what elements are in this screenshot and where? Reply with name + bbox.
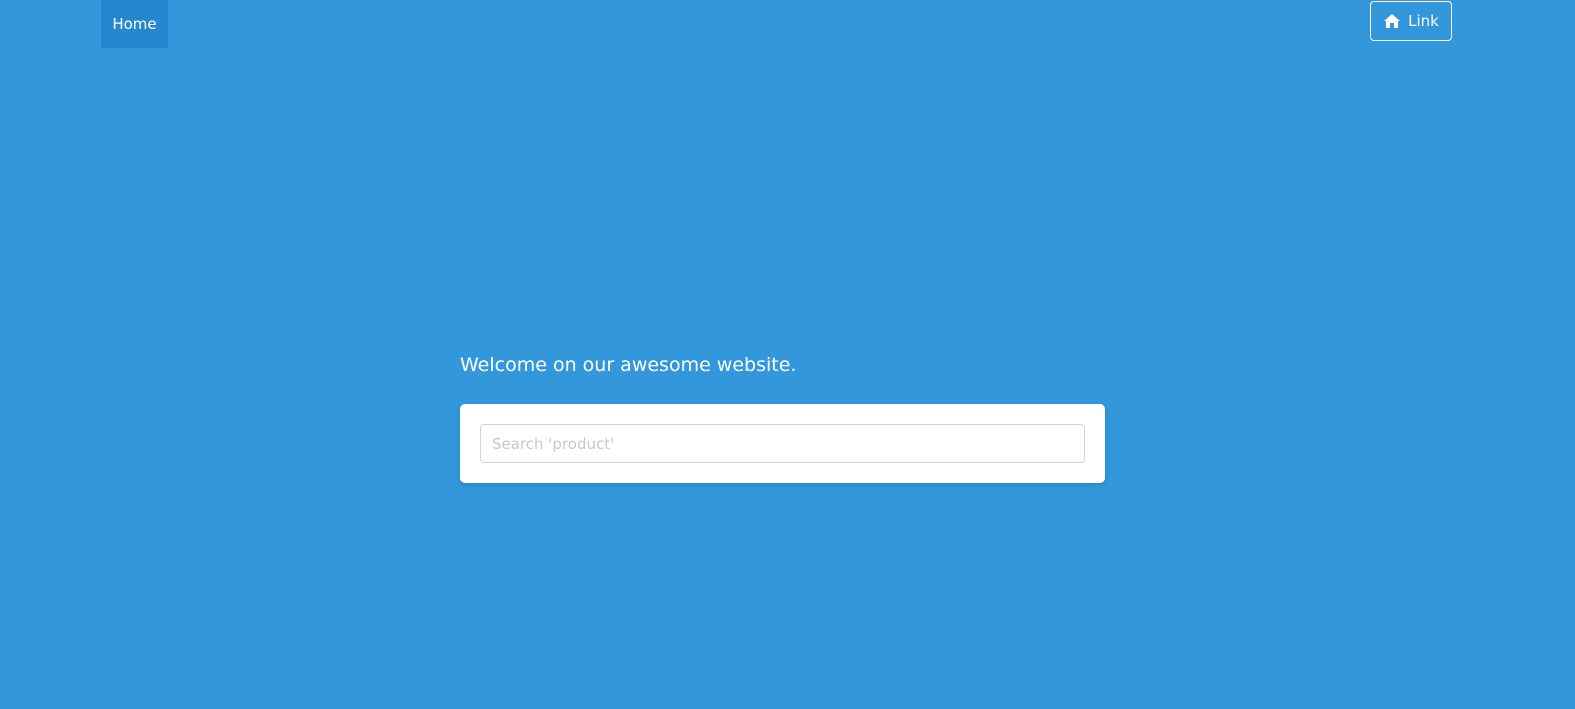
search-input[interactable]: [480, 424, 1085, 463]
nav-link-label: Link: [1408, 12, 1439, 30]
nav-link-button[interactable]: Link: [1370, 1, 1452, 41]
search-card: [460, 404, 1105, 483]
top-navbar: Home Link: [0, 0, 1575, 48]
home-icon: [1383, 13, 1401, 29]
welcome-heading: Welcome on our awesome website.: [460, 354, 797, 376]
nav-home-link[interactable]: Home: [101, 0, 168, 48]
